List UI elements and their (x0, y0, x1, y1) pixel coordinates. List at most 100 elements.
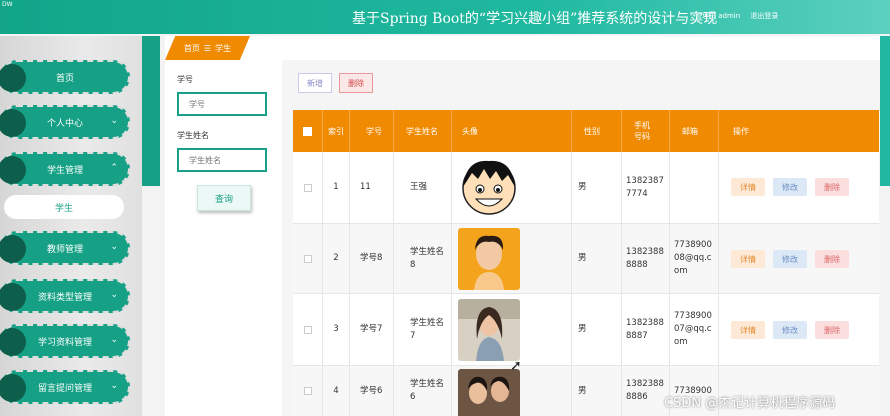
logo: DW (2, 1, 13, 8)
row-avatar-cell (452, 152, 572, 223)
mouse-cursor-icon: ➚ (510, 358, 522, 374)
add-button[interactable]: 新增 (298, 73, 332, 93)
select-all-checkbox[interactable] (303, 126, 312, 136)
edit-button[interactable]: 修改 (773, 250, 807, 268)
table-row: 3 学号7 学生姓名7 男 13823888887 773890007@qq.c… (293, 294, 879, 366)
row-student-no: 11 (350, 152, 394, 223)
page-title: 基于Spring Boot的“学习兴趣小组”推荐系统的设计与实现 (352, 11, 718, 27)
table-row: 1 11 王强 男 13823877774 详情 修改 删除 (293, 152, 879, 224)
top-bar: DW 基于Spring Boot的“学习兴趣小组”推荐系统的设计与实现 管理员 … (0, 0, 890, 34)
row-index: 1 (323, 152, 350, 223)
row-actions: 详情 修改 删除 (719, 294, 879, 365)
row-student-name: 学生姓名6 (394, 366, 452, 416)
row-index: 3 (323, 294, 350, 365)
nav-circle-icon (0, 156, 26, 184)
header-index: 索引 (323, 110, 350, 152)
row-email (670, 152, 719, 223)
row-checkbox[interactable] (303, 387, 312, 395)
cartoon-avatar-icon[interactable] (458, 156, 520, 219)
row-checkbox[interactable] (303, 325, 312, 334)
sidebar-item-label: 资料类型管理 (37, 292, 92, 303)
row-gender: 男 (572, 224, 622, 293)
row-phone: 13823888886 (622, 366, 670, 416)
row-checkbox[interactable] (303, 183, 312, 192)
row-student-no: 学号6 (350, 366, 394, 416)
nav-circle-icon (0, 64, 26, 92)
row-checkbox[interactable] (303, 254, 312, 263)
student-no-label: 学号 (177, 75, 193, 84)
row-actions: 详情 修改 删除 (719, 224, 879, 293)
row-index: 4 (323, 366, 350, 416)
chevron-down-icon: ⌄ (110, 242, 118, 252)
sidebar-item-label: 学生管理 (46, 165, 83, 176)
sidebar-item-label: 首页 (55, 73, 74, 84)
header-email: 邮箱 (670, 110, 719, 152)
sidebar-item-home[interactable]: 首页 (0, 60, 130, 94)
delete-button[interactable]: 删除 (339, 73, 373, 93)
row-delete-button[interactable]: 删除 (815, 250, 849, 268)
row-avatar-cell (452, 224, 572, 293)
row-delete-button[interactable]: 删除 (815, 321, 849, 339)
sidebar-subitem-student[interactable]: 学生 (4, 195, 124, 219)
user-links: 管理员 admin 退出登录 (695, 11, 786, 21)
edit-button[interactable]: 修改 (773, 321, 807, 339)
header-student-no: 学号 (350, 110, 394, 152)
photo-avatar-icon[interactable] (458, 298, 520, 361)
header-gender: 性别 (572, 110, 622, 152)
sidebar-item-materials[interactable]: 学习资料管理 ⌄ (0, 324, 130, 358)
breadcrumb-home[interactable]: 首页 (184, 43, 200, 54)
sidebar-item-messages[interactable]: 留言提问管理 ⌄ (0, 370, 130, 404)
header-student-name: 学生姓名 (394, 110, 452, 152)
chevron-down-icon: ⌄ (110, 335, 118, 345)
photo-avatar-icon[interactable] (458, 369, 520, 416)
row-phone: 13823888887 (622, 294, 670, 365)
student-name-input[interactable] (177, 148, 267, 172)
sidebar-item-teachers[interactable]: 教师管理 ⌄ (0, 231, 130, 265)
row-student-no: 学号8 (350, 224, 394, 293)
row-index: 2 (323, 224, 350, 293)
admin-role: 管理员 admin (695, 12, 741, 20)
nav-circle-icon (0, 235, 26, 263)
student-name-label: 学生姓名 (177, 131, 209, 140)
nav-circle-icon (0, 283, 26, 311)
edit-button[interactable]: 修改 (773, 178, 807, 196)
sidebar-item-label: 留言提问管理 (37, 383, 92, 394)
chevron-down-icon: ⌄ (110, 381, 118, 391)
row-gender: 男 (572, 152, 622, 223)
row-student-no: 学号7 (350, 294, 394, 365)
photo-avatar-icon[interactable] (458, 227, 520, 290)
decor-band-left (142, 36, 160, 186)
row-student-name: 学生姓名8 (394, 224, 452, 293)
row-student-name: 学生姓名7 (394, 294, 452, 365)
student-no-input[interactable] (177, 92, 267, 116)
row-gender: 男 (572, 366, 622, 416)
table-header: 索引 学号 学生姓名 头像 性别 手机号码 邮箱 操作 (293, 110, 879, 152)
chevron-down-icon: ⌄ (110, 116, 118, 126)
detail-button[interactable]: 详情 (731, 178, 765, 196)
watermark: CSDN @杰记计算机程序源码 (664, 396, 836, 411)
row-gender: 男 (572, 294, 622, 365)
chevron-down-icon: ⌄ (110, 290, 118, 300)
sidebar-item-label: 教师管理 (46, 244, 83, 255)
nav-circle-icon (0, 109, 26, 137)
nav-circle-icon (0, 374, 26, 402)
query-button[interactable]: 查询 (197, 185, 251, 211)
sidebar-item-label: 学习资料管理 (37, 337, 92, 348)
sidebar-item-students[interactable]: 学生管理 ⌃ (0, 152, 130, 186)
header-select-all[interactable] (293, 110, 323, 152)
sidebar-item-profile[interactable]: 个人中心 ⌄ (0, 105, 130, 139)
detail-button[interactable]: 详情 (731, 321, 765, 339)
header-actions: 操作 (733, 126, 749, 136)
row-avatar-cell (452, 294, 572, 365)
detail-button[interactable]: 详情 (731, 250, 765, 268)
sidebar-item-label: 个人中心 (46, 118, 83, 129)
sidebar-item-material-types[interactable]: 资料类型管理 ⌄ (0, 279, 130, 313)
row-phone: 13823888888 (622, 224, 670, 293)
sidebar: 首页 个人中心 ⌄ 学生管理 ⌃ 学生 教师管理 ⌄ 资料类型管理 ⌄ 学习资料管理 ⌄ … (0, 36, 142, 416)
logout-link[interactable]: 退出登录 (750, 12, 778, 20)
row-actions: 详情 修改 删除 (719, 152, 879, 223)
breadcrumb: 首页 ☰ 学生 (165, 36, 250, 60)
chevron-up-icon: ⌃ (110, 163, 118, 173)
row-delete-button[interactable]: 删除 (815, 178, 849, 196)
row-phone: 13823877774 (622, 152, 670, 223)
